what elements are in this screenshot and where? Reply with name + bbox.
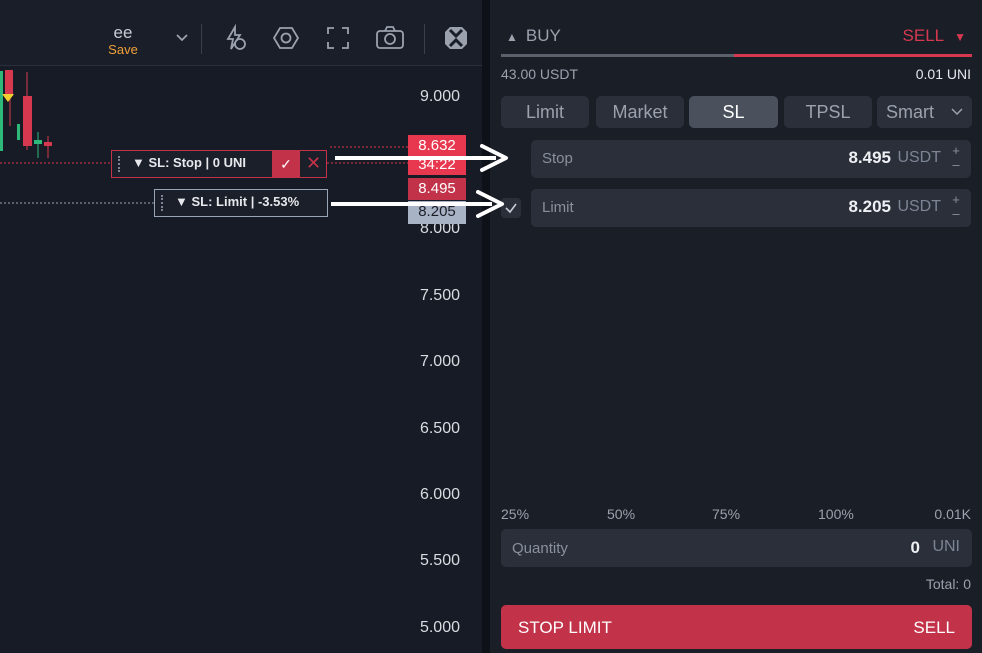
stop-price-tag: 8.495	[408, 178, 466, 200]
camera-icon[interactable]	[374, 22, 406, 54]
toolbar-divider	[201, 24, 202, 54]
max-quantity-button[interactable]: 0.01K	[934, 506, 971, 522]
check-icon	[505, 203, 517, 214]
tab-smart[interactable]: Smart	[877, 96, 972, 128]
drag-handle[interactable]	[161, 195, 163, 211]
sl-stop-order-label[interactable]: ▼ SL: Stop | 0 UNI ✓ ✕	[111, 150, 327, 178]
stop-price-input[interactable]: 8.495	[848, 148, 891, 168]
tab-smart-label: Smart	[886, 102, 935, 122]
buy-side-toggle[interactable]: ▲ BUY	[506, 26, 561, 46]
toolbar-divider	[424, 24, 425, 54]
candle-countdown: 34:22	[408, 155, 466, 175]
layout-toggle-icon[interactable]	[440, 22, 472, 54]
stop-field-label: Stop	[542, 150, 573, 167]
price-axis-label: 5.000	[419, 619, 460, 636]
order-total: Total: 0	[925, 576, 971, 592]
sell-indicator-bar	[734, 54, 972, 57]
drag-handle[interactable]	[118, 156, 120, 172]
order-panel: ▲ BUY SELL ▼ 43.00 USDT 0.01 UNI Limit Mar…	[490, 0, 982, 653]
price-axis-label: 5.500	[419, 552, 460, 569]
limit-price-stepper[interactable]: + –	[949, 193, 963, 223]
tab-limit[interactable]: Limit	[501, 96, 589, 128]
buy-indicator-bar	[501, 54, 734, 57]
limit-price-tag: 8.205	[408, 201, 466, 224]
chevron-down-icon[interactable]	[166, 22, 198, 54]
fullscreen-icon[interactable]	[322, 22, 354, 54]
limit-price-field[interactable]: Limit 8.205 USDT + –	[531, 189, 971, 227]
quantity-unit: UNI	[932, 538, 960, 555]
percent-50-button[interactable]: 50%	[607, 506, 635, 522]
price-axis-label: 7.500	[419, 287, 460, 304]
price-axis-label: 6.500	[419, 420, 460, 437]
alert-icon[interactable]	[218, 22, 250, 54]
sl-limit-text: ▼ SL: Limit | -3.53%	[175, 194, 300, 209]
submit-side: SELL	[913, 618, 955, 637]
check-icon[interactable]: ✓	[272, 150, 300, 178]
save-layout-button[interactable]: Save	[106, 43, 140, 57]
available-quote: 43.00 USDT	[501, 66, 579, 82]
close-icon[interactable]: ✕	[300, 150, 327, 178]
chart-toolbar: ee Save	[0, 0, 482, 66]
stop-price-stepper[interactable]: + –	[949, 144, 963, 174]
panel-divider[interactable]	[482, 0, 490, 653]
price-axis-label: 7.000	[419, 353, 460, 370]
chart-panel[interactable]: ee Save 9.000 8.000 7.500 7.000 6.500 6.…	[0, 0, 482, 653]
tab-tpsl[interactable]: TPSL	[784, 96, 872, 128]
stop-unit: USDT	[897, 149, 941, 166]
limit-field-label: Limit	[542, 199, 574, 216]
layout-name[interactable]: ee	[108, 24, 138, 41]
percent-100-button[interactable]: 100%	[818, 506, 854, 522]
stop-limit-sell-button[interactable]: STOP LIMIT SELL	[501, 605, 972, 649]
caret-up-icon: ▲	[506, 30, 518, 44]
trading-screen: ee Save 9.000 8.000 7.500 7.000 6.500 6.…	[0, 0, 982, 653]
percent-75-button[interactable]: 75%	[712, 506, 740, 522]
limit-price-input[interactable]: 8.205	[848, 197, 891, 217]
sell-side-toggle[interactable]: SELL ▼	[903, 26, 966, 46]
tab-market[interactable]: Market	[596, 96, 684, 128]
available-base: 0.01 UNI	[915, 66, 971, 82]
quantity-field[interactable]: Quantity 0 UNI	[501, 529, 972, 567]
tab-sl[interactable]: SL	[689, 96, 778, 128]
submit-order-type: STOP LIMIT	[518, 618, 612, 637]
stop-price-field[interactable]: Stop 8.495 USDT + –	[531, 140, 971, 178]
quantity-placeholder: Quantity	[512, 540, 568, 557]
price-axis-label: 9.000	[419, 88, 460, 105]
caret-down-icon: ▼	[954, 30, 966, 44]
settings-hexagon-icon[interactable]	[270, 22, 302, 54]
limit-enable-checkbox[interactable]	[501, 198, 521, 218]
chevron-down-icon	[951, 108, 963, 116]
limit-unit: USDT	[897, 198, 941, 215]
buy-label: BUY	[525, 26, 561, 45]
current-price-tag: 8.632	[408, 135, 466, 157]
sl-limit-order-label[interactable]: ▼ SL: Limit | -3.53%	[154, 189, 328, 217]
percent-25-button[interactable]: 25%	[501, 506, 529, 522]
quantity-input[interactable]: 0	[911, 538, 920, 558]
price-axis-label: 6.000	[419, 486, 460, 503]
sl-stop-text: ▼ SL: Stop | 0 UNI	[132, 155, 247, 170]
sell-label: SELL	[902, 26, 945, 45]
